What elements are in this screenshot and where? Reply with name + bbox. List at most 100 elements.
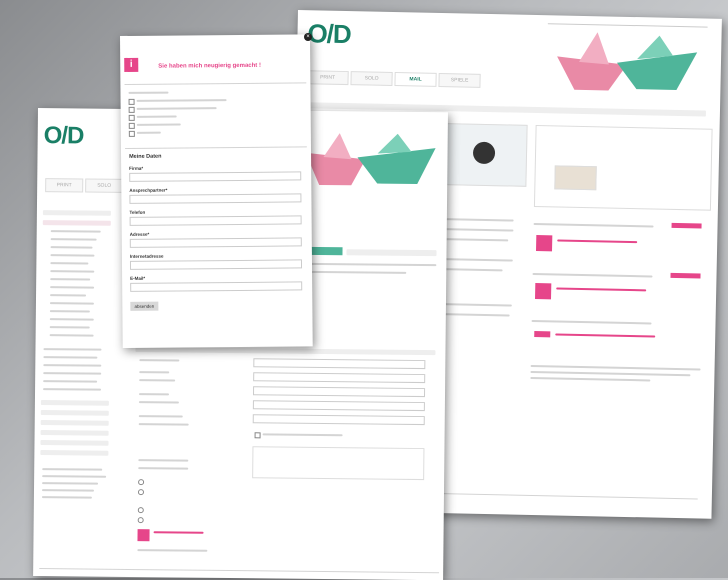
top-links[interactable] [547, 23, 708, 28]
sidebar-item-active[interactable] [42, 220, 111, 226]
field-label-email: E-Mail* [130, 275, 146, 281]
text-line [138, 415, 183, 418]
firma-input[interactable] [129, 171, 302, 182]
checkbox[interactable] [128, 106, 135, 113]
checkbox[interactable] [128, 114, 135, 121]
address-line [42, 475, 107, 478]
form-header [135, 347, 436, 356]
address-line [41, 496, 92, 499]
internetadresse-input[interactable] [129, 259, 303, 270]
sidebar-item[interactable] [40, 440, 109, 446]
sidebar-item[interactable] [50, 286, 95, 289]
adresse-input[interactable] [129, 237, 302, 248]
sidebar-item[interactable] [40, 430, 109, 436]
sidebar-item[interactable] [43, 348, 102, 351]
text-line [138, 423, 189, 426]
sidebar-item[interactable] [49, 318, 94, 321]
field-label-telefon: Telefon [129, 209, 146, 215]
address-line [42, 482, 99, 485]
sidebar-item[interactable] [50, 294, 87, 297]
field-label-internetadresse: Internetadresse [129, 253, 164, 259]
sidebar-item[interactable] [50, 262, 89, 265]
sidebar-item[interactable] [50, 230, 101, 233]
sidebar-item[interactable] [43, 388, 102, 391]
section-title: Meine Daten [129, 153, 162, 160]
logo: O/D [43, 122, 84, 150]
sidebar-item[interactable] [49, 326, 90, 329]
submit-button[interactable]: absenden [130, 301, 159, 311]
tab-print[interactable]: PRINT [45, 178, 84, 193]
sidebar-item[interactable] [40, 410, 109, 416]
checkbox[interactable] [128, 122, 135, 129]
sidebar-item[interactable] [40, 400, 109, 406]
text-field[interactable] [253, 372, 426, 384]
info-icon: i [124, 57, 139, 72]
sidebar-item[interactable] [40, 450, 109, 456]
sidebar-item[interactable] [49, 334, 94, 337]
checkbox-label [136, 123, 181, 126]
close-icon[interactable]: × [304, 33, 312, 41]
sidebar-item[interactable] [50, 238, 97, 241]
text-line [139, 371, 170, 374]
checkbox[interactable] [128, 98, 135, 105]
required-note [137, 549, 208, 552]
text-line [530, 364, 701, 371]
sidebar-item[interactable] [40, 420, 109, 426]
text-field[interactable] [253, 358, 426, 370]
text-field[interactable] [252, 414, 425, 426]
tab-print[interactable]: PRINT [306, 70, 349, 86]
tab-solo[interactable]: SOLO [350, 71, 393, 86]
tab[interactable] [346, 249, 437, 257]
radio-button[interactable] [137, 489, 145, 496]
sidebar-item[interactable] [43, 364, 102, 367]
sidebar-item[interactable] [50, 278, 91, 281]
widget-link-2[interactable] [556, 287, 647, 292]
message-textarea[interactable] [252, 446, 425, 481]
sidebar-item[interactable] [49, 310, 90, 313]
text-field[interactable] [252, 400, 425, 412]
request-form-popup: i Sie haben mich neugierig gemacht ! Mei… [120, 34, 313, 348]
paper-boats-illustration [305, 133, 436, 186]
radio-button[interactable] [137, 517, 144, 524]
submit-link[interactable] [153, 531, 204, 534]
sidebar-item[interactable] [50, 254, 95, 257]
radio-button[interactable] [138, 479, 145, 486]
tab-mail[interactable]: MAIL [394, 72, 437, 87]
sidebar-item[interactable] [43, 372, 102, 375]
sidebar-item[interactable] [50, 246, 93, 249]
sidebar-item[interactable] [43, 356, 98, 359]
radio-button[interactable] [137, 507, 144, 514]
email-input[interactable] [130, 281, 303, 292]
download-icon[interactable] [536, 235, 553, 252]
field-label-adresse: Adresse* [129, 231, 150, 237]
popup-heading: Sie haben mich neugierig gemacht ! [158, 62, 261, 70]
widget-link[interactable] [557, 239, 638, 244]
widget-link-3[interactable] [555, 333, 656, 338]
text-line [306, 262, 437, 267]
tab-spiele[interactable]: SPIELE [438, 72, 481, 88]
widget-button-3[interactable] [534, 331, 551, 338]
widget-title-2 [532, 272, 653, 278]
tab-solo[interactable]: SOLO [85, 178, 124, 193]
widget-button-2[interactable] [670, 272, 701, 279]
ansprechpartner-input[interactable] [129, 193, 302, 204]
widget-title [533, 222, 654, 228]
checkbox[interactable] [128, 130, 135, 137]
text-line [138, 467, 189, 470]
sidebar-item[interactable] [43, 380, 98, 383]
widget-title-3 [531, 319, 652, 325]
sidebar-item[interactable] [50, 270, 95, 273]
text-line [138, 459, 189, 462]
sidebar-item[interactable] [49, 302, 94, 305]
logo: O/D [307, 18, 352, 50]
interest-label [128, 91, 169, 94]
checkbox[interactable] [254, 432, 261, 439]
checkbox-label [136, 131, 161, 134]
widget-button[interactable] [671, 222, 702, 229]
divider [124, 82, 307, 85]
telefon-input[interactable] [129, 215, 302, 226]
text-field[interactable] [253, 386, 426, 398]
submit-icon[interactable] [137, 529, 150, 542]
footer-line [39, 568, 440, 574]
sidebar-item[interactable] [42, 210, 111, 216]
